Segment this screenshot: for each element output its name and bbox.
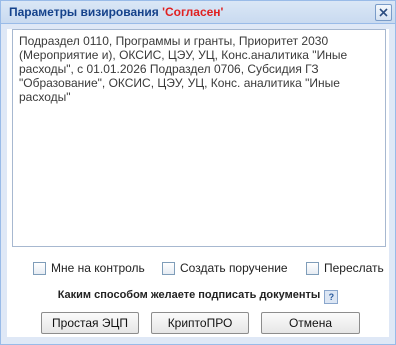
cancel-button[interactable]: Отмена [261,312,360,334]
sign-method-question-text: Каким способом желаете подписать докумен… [57,289,321,301]
dialog-title-text: Параметры визирования [9,5,163,19]
cryptopro-button[interactable]: КриптоПРО [151,312,249,334]
dialog-titlebar[interactable]: Параметры визирования 'Согласен' [1,1,395,24]
option-create-task[interactable]: Создать поручение [162,260,288,276]
sign-method-question: Каким способом желаете подписать докумен… [7,289,389,304]
control-label: Мне на контроль [51,261,145,275]
dialog-title: Параметры визирования 'Согласен' [9,5,223,19]
simple-signature-button[interactable]: Простая ЭЦП [41,312,139,334]
control-checkbox[interactable] [33,261,46,275]
signing-parameters-dialog: Параметры визирования 'Согласен' Подразд… [0,0,396,345]
forward-label: Переслать [324,261,384,275]
comment-textarea[interactable]: Подраздел 0110, Программы и гранты, Прио… [12,29,386,247]
close-button[interactable] [375,4,392,21]
dialog-body: Подраздел 0110, Программы и гранты, Прио… [7,29,389,337]
option-control[interactable]: Мне на контроль [33,260,145,276]
options-row: Мне на контроль Создать поручение Пересл… [7,260,389,276]
create-task-label: Создать поручение [180,261,288,275]
help-icon[interactable]: ? [324,290,339,304]
close-icon [379,8,388,17]
create-task-checkbox[interactable] [162,261,175,275]
dialog-title-status: 'Согласен' [162,5,224,19]
forward-checkbox[interactable] [306,261,319,275]
option-forward[interactable]: Переслать [306,260,384,276]
